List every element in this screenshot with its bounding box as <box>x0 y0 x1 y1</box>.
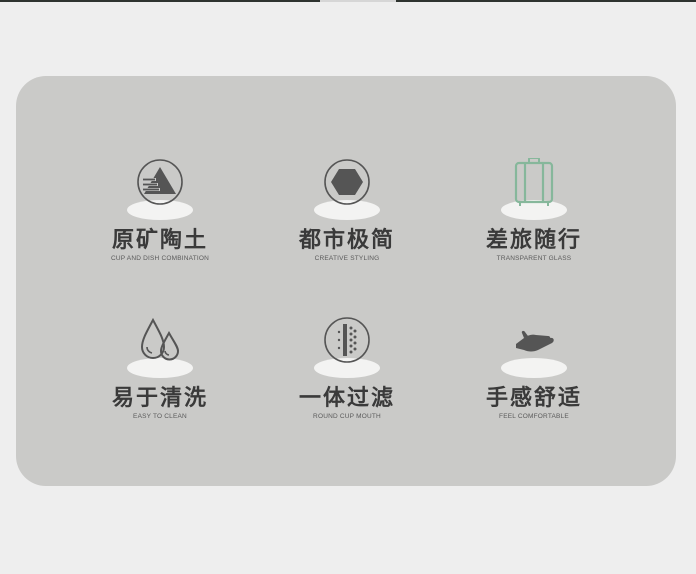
hand-icon <box>516 330 554 352</box>
suitcase-icon <box>514 158 554 206</box>
feature-title: 手感舒适 <box>485 386 582 411</box>
feature-minimal: 都市极简 CREATIVE STYLING <box>257 152 437 282</box>
feature-comfort: 手感舒适 FEEL COMFORTABLE <box>444 310 624 440</box>
feature-title: 原矿陶土 <box>111 228 208 253</box>
feature-title: 差旅随行 <box>485 228 582 253</box>
feature-travel: 差旅随行 TRANSPARENT GLASS <box>444 152 624 282</box>
feature-title: 都市极简 <box>298 228 395 253</box>
top-divider-highlight <box>320 0 396 2</box>
triangle-layers-icon <box>137 159 183 205</box>
feature-clay: 原矿陶土 CUP AND DISH COMBINATION <box>70 152 250 282</box>
water-drops-icon <box>140 317 180 361</box>
feature-title: 一体过滤 <box>298 386 395 411</box>
feature-subtitle: TRANSPARENT GLASS <box>496 255 572 262</box>
feature-subtitle: ROUND CUP MOUTH <box>313 413 381 420</box>
filter-mesh-icon <box>324 317 370 363</box>
feature-subtitle: CREATIVE STYLING <box>314 255 380 262</box>
feature-subtitle: EASY TO CLEAN <box>133 413 187 420</box>
feature-title: 易于清洗 <box>111 386 208 411</box>
feature-filter: 一体过滤 ROUND CUP MOUTH <box>257 310 437 440</box>
hexagon-icon <box>324 159 370 205</box>
feature-subtitle: FEEL COMFORTABLE <box>499 413 569 420</box>
feature-subtitle: CUP AND DISH COMBINATION <box>110 255 210 262</box>
features-panel: 原矿陶土 CUP AND DISH COMBINATION 都市极简 CREAT… <box>16 76 676 486</box>
feature-clean: 易于清洗 EASY TO CLEAN <box>70 310 250 440</box>
